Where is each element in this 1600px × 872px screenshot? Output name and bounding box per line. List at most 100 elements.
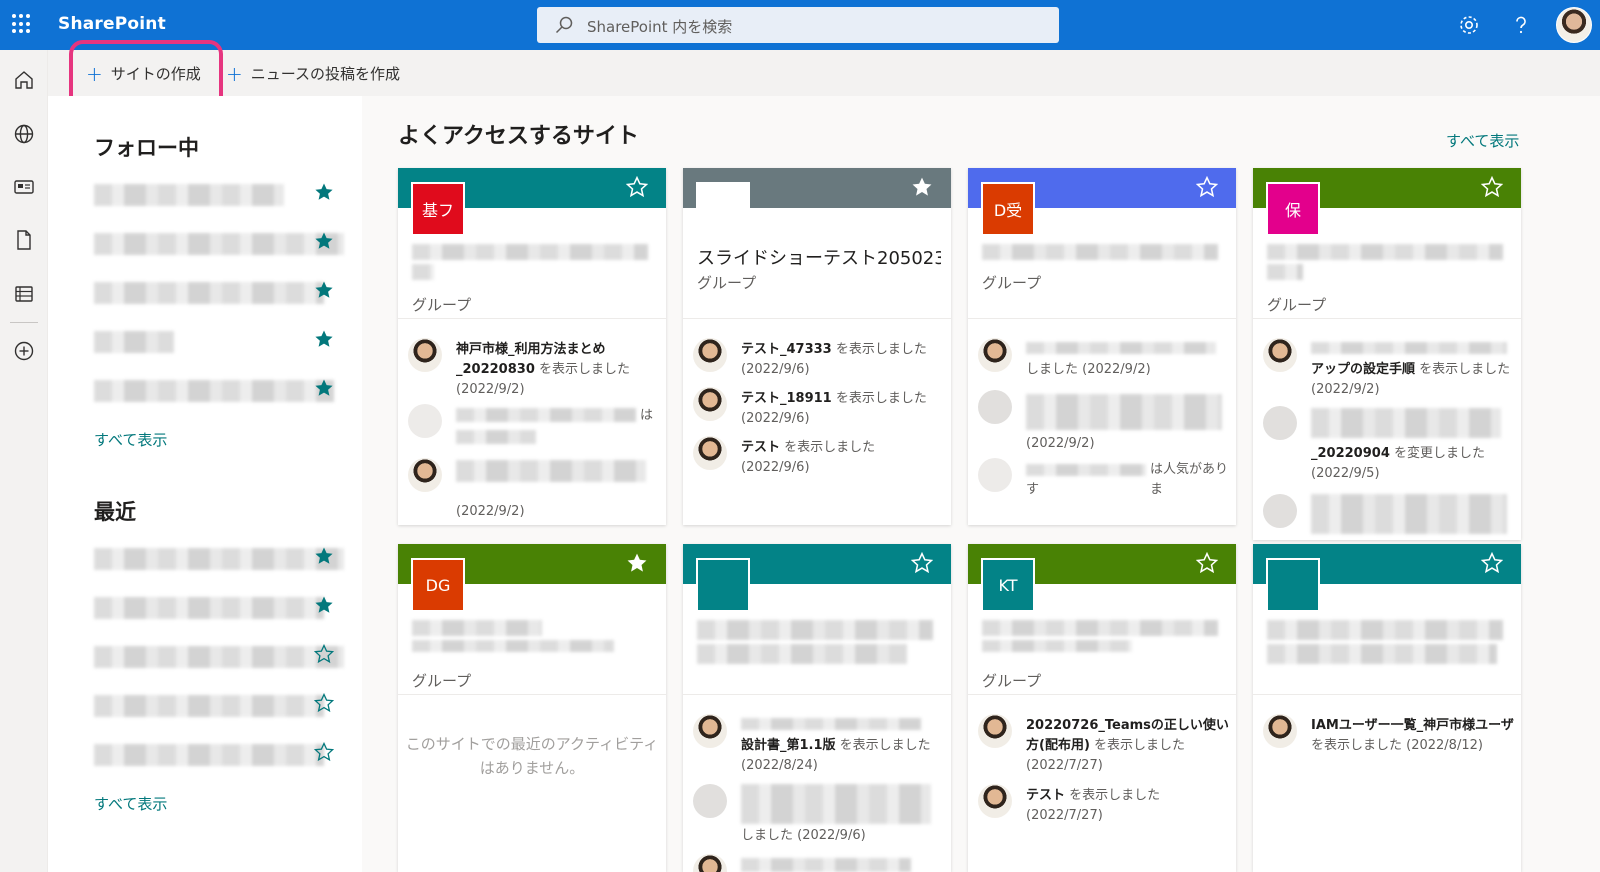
- suite-bar: SharePoint SharePoint 内を検索: [0, 0, 1600, 50]
- avatar: [693, 387, 727, 421]
- site-type: グループ: [412, 672, 472, 690]
- site-card[interactable]: KT グループ 20220726_Teamsの正しい使い方(配布用) を表示しま…: [968, 544, 1236, 872]
- star-filled-icon[interactable]: [314, 280, 334, 300]
- activity-text: 神戸市様_利用方法まとめ_20220830 を表示しました (2022/9/2): [456, 342, 631, 397]
- frequent-sites-see-all-link[interactable]: すべて表示: [1446, 130, 1519, 151]
- avatar: [1263, 338, 1297, 372]
- news-icon[interactable]: [12, 175, 36, 199]
- activity-text: しました (2022/9/6): [741, 828, 866, 843]
- globe-icon[interactable]: [12, 122, 36, 146]
- recent-item[interactable]: [94, 548, 344, 570]
- divider: [398, 318, 666, 319]
- search-placeholder: SharePoint 内を検索: [587, 18, 733, 36]
- site-logo: 保: [1266, 182, 1320, 236]
- site-card[interactable]: 設計書_第1.1版 を表示しました (2022/8/24) しました (2022/…: [683, 544, 951, 872]
- divider: [1253, 318, 1521, 319]
- star-outline-icon[interactable]: [314, 693, 334, 713]
- divider: [1253, 694, 1521, 695]
- site-name: [982, 244, 1218, 260]
- avatar[interactable]: [1556, 7, 1592, 43]
- recent-item[interactable]: [94, 646, 344, 668]
- star-filled-icon[interactable]: [314, 595, 334, 615]
- star-outline-icon[interactable]: [1196, 552, 1218, 574]
- star-filled-icon[interactable]: [314, 546, 334, 566]
- rail-divider: [10, 322, 38, 323]
- site-type: グループ: [982, 672, 1042, 690]
- site-card[interactable]: DG グループ このサイトでの最近のアクティビティはありません。: [398, 544, 666, 872]
- star-outline-icon[interactable]: [1196, 176, 1218, 198]
- star-outline-icon[interactable]: [314, 644, 334, 664]
- site-type: グループ: [982, 274, 1042, 292]
- site-card[interactable]: 基フ グループ 神戸市様_利用方法まとめ_20220830 を表示しました (20…: [398, 168, 666, 525]
- activity-date: (2022/9/2): [456, 504, 525, 519]
- site-logo: KT: [981, 558, 1035, 612]
- star-outline-icon[interactable]: [1481, 552, 1503, 574]
- activity-text: [741, 784, 931, 824]
- following-item[interactable]: [94, 380, 334, 402]
- site-name: [412, 620, 542, 636]
- following-item[interactable]: [94, 184, 284, 206]
- chart-icon: [408, 404, 442, 438]
- star-filled-icon[interactable]: [314, 378, 334, 398]
- activity-text: [1311, 342, 1507, 354]
- star-outline-icon[interactable]: [911, 552, 933, 574]
- create-news-label: ニュースの投稿を作成: [250, 65, 401, 83]
- list-icon[interactable]: [12, 282, 36, 306]
- activity-text: _20220904 を変更しました (2022/9/5): [1311, 446, 1486, 481]
- site-type: グループ: [1267, 296, 1327, 314]
- site-name: [412, 244, 648, 260]
- activity-text: [456, 408, 636, 422]
- avatar: [978, 338, 1012, 372]
- site-card[interactable]: 保 グループ アップの設定手順 を表示しました (2022/9/2) _2022…: [1253, 168, 1521, 540]
- add-circle-icon[interactable]: [12, 339, 36, 363]
- avatar: [978, 714, 1012, 748]
- activity-text: 設計書_第1.1版 を表示しました (2022/8/24): [741, 738, 931, 773]
- activity-date: (2022/9/2): [1026, 436, 1095, 451]
- star-filled-icon[interactable]: [911, 176, 933, 198]
- activity-text: [1026, 464, 1146, 476]
- star-outline-icon[interactable]: [1481, 176, 1503, 198]
- command-bar: + サイトの作成 + ニュースの投稿を作成: [48, 50, 1600, 96]
- gear-icon[interactable]: [1457, 13, 1481, 37]
- site-card[interactable]: D受 グループ しました (2022/9/2) (2022/9/2) は人気があ…: [968, 168, 1236, 525]
- site-card[interactable]: IAMユーザー一覧_神戸市様ユーザ を表示しました (2022/8/12): [1253, 544, 1521, 872]
- divider: [683, 694, 951, 695]
- recent-item[interactable]: [94, 597, 324, 619]
- following-item[interactable]: [94, 233, 344, 255]
- following-see-all-link[interactable]: すべて表示: [94, 429, 167, 450]
- create-news-button[interactable]: + ニュースの投稿を作成: [226, 63, 400, 84]
- activity-text: IAMユーザー一覧_神戸市様ユーザ を表示しました (2022/8/12): [1311, 718, 1514, 753]
- app-name[interactable]: SharePoint: [58, 14, 166, 34]
- following-item[interactable]: [94, 282, 324, 304]
- following-item[interactable]: [94, 331, 174, 353]
- star-filled-icon[interactable]: [314, 182, 334, 202]
- activity-text: す: [1026, 482, 1040, 497]
- search-icon: [555, 16, 573, 34]
- activity-text: [456, 460, 646, 482]
- home-icon[interactable]: [12, 68, 36, 92]
- search-box[interactable]: SharePoint 内を検索: [537, 7, 1059, 43]
- site-name: [697, 620, 933, 640]
- following-title: フォロー中: [94, 136, 199, 160]
- recent-see-all-link[interactable]: すべて表示: [94, 793, 167, 814]
- star-filled-icon[interactable]: [314, 329, 334, 349]
- star-outline-icon[interactable]: [314, 742, 334, 762]
- star-filled-icon[interactable]: [314, 231, 334, 251]
- left-rail: [0, 50, 48, 872]
- avatar: [408, 458, 442, 492]
- recent-item[interactable]: [94, 695, 324, 717]
- divider: [683, 318, 951, 319]
- activity-text: は: [640, 408, 654, 423]
- site-name: [1267, 264, 1303, 280]
- activity-text: [1311, 408, 1501, 438]
- document-icon[interactable]: [12, 228, 36, 252]
- help-icon[interactable]: [1509, 13, 1533, 37]
- site-logo: [696, 182, 750, 236]
- star-filled-icon[interactable]: [626, 552, 648, 574]
- site-card[interactable]: スライドショーテスト205023 グループ テスト_47333 を表示しました(…: [683, 168, 951, 525]
- recent-item[interactable]: [94, 744, 324, 766]
- activity-text: [1026, 394, 1222, 430]
- star-outline-icon[interactable]: [626, 176, 648, 198]
- app-launcher-icon[interactable]: [12, 14, 32, 34]
- avatar: [693, 714, 727, 748]
